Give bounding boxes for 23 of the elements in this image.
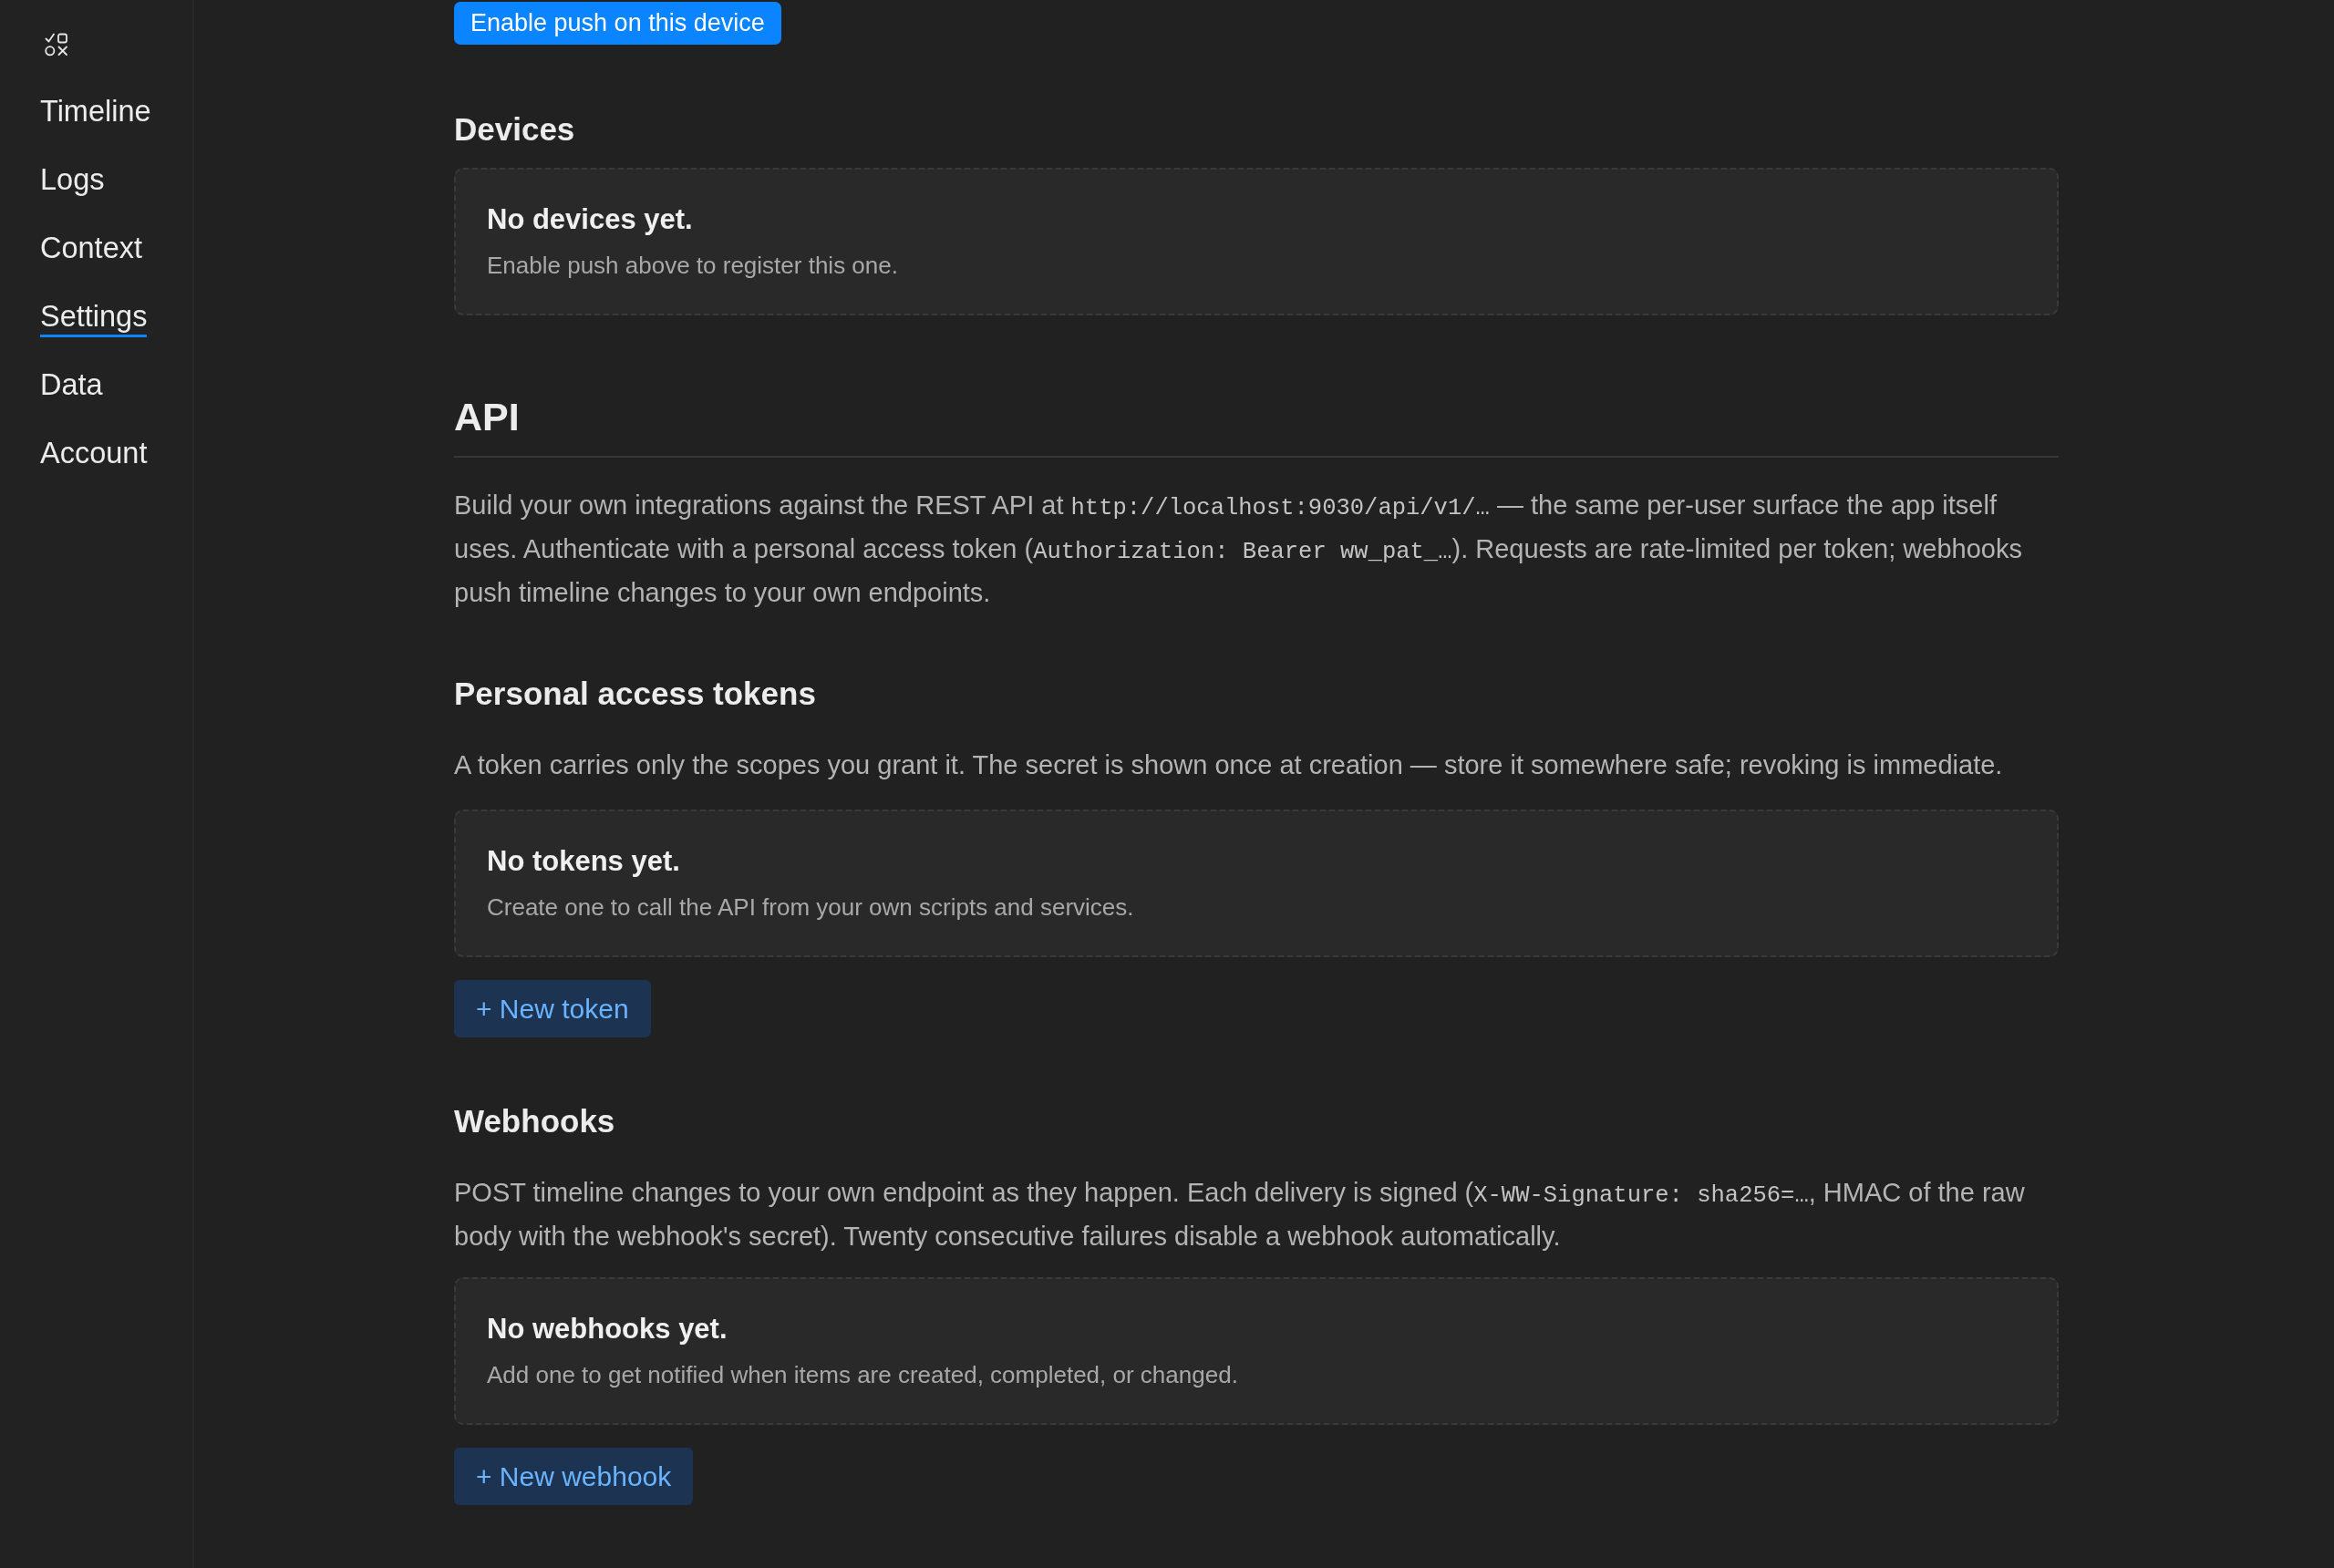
nav-link[interactable]: Account xyxy=(40,435,148,474)
new-webhook-button[interactable]: + New webhook xyxy=(454,1448,694,1505)
section-heading: Devices xyxy=(454,110,575,149)
empty-state-title: No webhooks yet. xyxy=(487,1312,728,1346)
description-text: POST timeline changes to your own endpoint as they happen. Each delivery is signed (X-WW-Signature: sha256=…, HMAC of the raw body with the webhook's secret). Twenty consecutive failures disable a webhook automatically. xyxy=(454,1177,2026,1253)
empty-state-text: Enable push above to register this one. xyxy=(487,251,898,281)
description-text: A token carries only the scopes you grant it. The secret is shown once at creation — store it somewhere safe; revoking is immediate. xyxy=(454,749,2004,781)
nav-link[interactable]: Data xyxy=(40,366,103,406)
empty-state-text: Create one to call the API from your own scripts and services. xyxy=(487,892,1134,923)
description-text: Build your own integrations against the REST API at http://localhost:9030/api/v1/… — the same per-user surface the app itself uses. Authenticate with a personal access token (Authorization: Bearer ww_pat_…). Requests are rate-limited per token; webhooks push timeline changes to your own endpoints. xyxy=(454,490,2023,609)
empty-state-title: No tokens yet. xyxy=(487,844,680,879)
shapes-logo-icon xyxy=(45,33,68,57)
nav-link[interactable]: Context xyxy=(40,230,142,269)
empty-state-title: No devices yet. xyxy=(487,202,693,237)
enable-push-button[interactable]: Enable push on this device xyxy=(454,2,781,45)
nav-link[interactable]: Settings xyxy=(40,298,148,337)
new-token-button[interactable]: + New token xyxy=(454,980,651,1037)
section-heading: API xyxy=(454,394,521,440)
section-heading: Personal access tokens xyxy=(454,675,816,713)
nav-link[interactable]: Timeline xyxy=(40,93,151,132)
section-heading: Webhooks xyxy=(454,1102,615,1140)
empty-state-text: Add one to get notified when items are created, completed, or changed. xyxy=(487,1360,1238,1390)
nav-link[interactable]: Logs xyxy=(40,161,105,201)
